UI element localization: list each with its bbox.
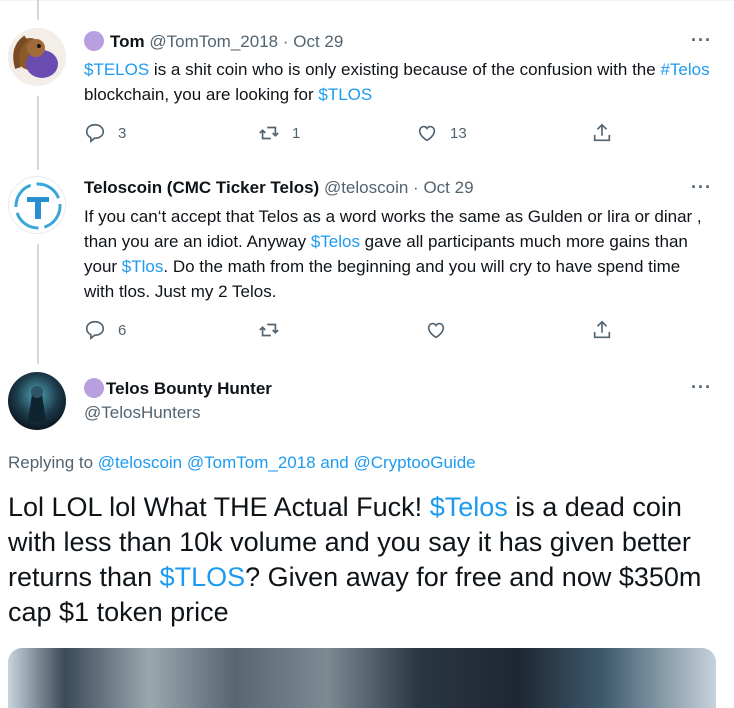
reply-count: 3 (118, 124, 127, 142)
more-icon[interactable]: ··· (691, 177, 712, 198)
tweet-1-actions: 3 1 13 (84, 122, 624, 146)
hashtag-link[interactable]: $Tlos (122, 257, 164, 276)
author-name[interactable]: Telos Bounty Hunter (106, 379, 272, 398)
avatar-teloscoin[interactable] (8, 176, 66, 234)
replying-to: Replying to @teloscoin @TomTom_2018 and … (8, 453, 476, 473)
tweet-date[interactable]: Oct 29 (293, 32, 343, 51)
hashtag-link[interactable]: $Telos (311, 232, 360, 251)
like-count: 13 (450, 124, 467, 142)
replying-prefix: Replying to (8, 453, 98, 472)
retweet-icon (259, 126, 279, 140)
squirrel-avatar-icon (8, 28, 66, 86)
tweet-1-header: Tom @TomTom_2018 · Oct 29 (84, 31, 343, 52)
separator: · (282, 32, 289, 51)
thread-line-top (37, 0, 39, 20)
mention-link[interactable]: @TomTom_2018 (187, 453, 316, 472)
retweet-button[interactable]: 1 (258, 122, 300, 144)
hashtag-link[interactable]: $Telos (430, 492, 508, 522)
share-icon (593, 123, 611, 142)
replying-and: and (315, 453, 354, 472)
reply-button[interactable]: 3 (84, 122, 126, 144)
retweet-icon (259, 323, 279, 337)
main-handle-row: @TelosHunters (84, 403, 200, 423)
author-handle[interactable]: @teloscoin (324, 178, 408, 197)
avatar-telos-hunters[interactable] (8, 372, 66, 430)
hunter-avatar-icon (8, 372, 66, 430)
tweet-2-header: Teloscoin (CMC Ticker Telos) @teloscoin … (84, 178, 474, 198)
thread-line-2 (37, 244, 39, 364)
share-button[interactable] (591, 122, 613, 144)
hashtag-link[interactable]: #Telos (660, 60, 709, 79)
author-name[interactable]: Tom (110, 32, 145, 51)
main-tweet-text: Lol LOL lol What THE Actual Fuck! $Telos… (8, 490, 718, 630)
tweet-date[interactable]: Oct 29 (423, 178, 473, 197)
reply-count: 6 (118, 321, 127, 339)
like-icon (427, 322, 445, 339)
top-divider (0, 0, 734, 15)
text-segment: . Do the math from the beginning and you… (84, 257, 681, 301)
text-segment: Lol LOL lol What THE Actual Fuck! (8, 492, 430, 522)
hashtag-link[interactable]: $TLOS (318, 85, 372, 104)
tweet-media-image[interactable] (8, 648, 716, 708)
reply-button[interactable]: 6 (84, 319, 126, 341)
retweet-button[interactable] (258, 319, 280, 341)
tweet-1-text: $TELOS is a shit coin who is only existi… (84, 57, 724, 107)
share-icon (593, 320, 611, 339)
like-button[interactable] (425, 319, 447, 341)
retweet-count: 1 (292, 124, 301, 142)
author-handle[interactable]: @TomTom_2018 (149, 32, 278, 51)
telos-logo-icon (14, 182, 62, 230)
verified-badge-icon (84, 378, 104, 398)
avatar-tom[interactable] (8, 28, 66, 86)
text-segment: is a shit coin who is only existing beca… (149, 60, 661, 79)
like-icon (418, 125, 436, 142)
mention-link[interactable]: @teloscoin (98, 453, 182, 472)
more-icon[interactable]: ··· (691, 30, 712, 51)
verified-badge-icon (84, 31, 104, 51)
reply-icon (85, 320, 105, 341)
tweet-2-text: If you can‘t accept that Telos as a word… (84, 204, 714, 304)
more-icon[interactable]: ··· (691, 377, 712, 398)
share-button[interactable] (591, 319, 613, 341)
author-handle[interactable]: @TelosHunters (84, 403, 200, 422)
main-header: Telos Bounty Hunter (84, 378, 272, 399)
thread-line-1 (37, 96, 39, 170)
like-button[interactable]: 13 (416, 122, 467, 144)
tweet-2-actions: 6 (84, 319, 624, 343)
reply-icon (85, 123, 105, 144)
separator: · (413, 178, 419, 197)
hashtag-link[interactable]: $TELOS (84, 60, 149, 79)
author-name[interactable]: Teloscoin (CMC Ticker Telos) (84, 178, 319, 197)
text-segment: blockchain, you are looking for (84, 85, 319, 104)
hashtag-link[interactable]: $TLOS (160, 562, 246, 592)
mention-link[interactable]: @CryptooGuide (353, 453, 475, 472)
